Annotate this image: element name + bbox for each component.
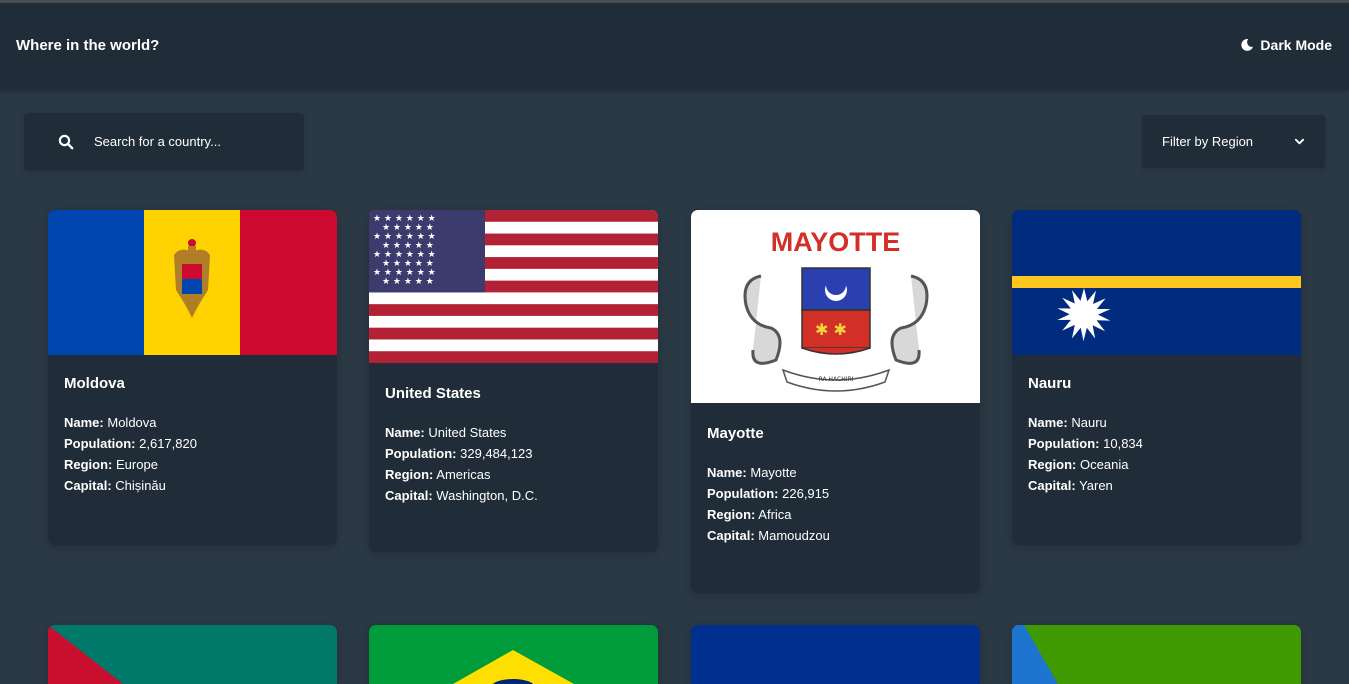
name-label: Name: — [64, 415, 104, 430]
capital-value: Chișinău — [115, 478, 166, 493]
flag-mayotte-title: MAYOTTE — [771, 227, 901, 257]
flag-partial-3 — [691, 625, 980, 684]
population-value: 329,484,123 — [460, 446, 533, 461]
flag-partial-1 — [48, 625, 337, 684]
region-value: Americas — [436, 467, 491, 482]
capital-label: Capital: — [64, 478, 112, 493]
country-card-united-states[interactable]: ★ ★ ★ ★ ★ ★ ★ ★ ★ ★ ★ ★ ★ ★ ★ ★ ★ ★ ★ ★ … — [369, 210, 658, 552]
flag-mayotte-motto: RA HACHIRI — [819, 376, 854, 383]
app-header: Where in the world? Dark Mode — [0, 3, 1349, 89]
country-card-partial-1[interactable] — [48, 625, 337, 684]
name-label: Name: — [1028, 415, 1068, 430]
capital-label: Capital: — [707, 528, 755, 543]
svg-text:✱ ✱: ✱ ✱ — [815, 320, 847, 339]
country-name-row: Name: United States — [385, 422, 642, 443]
flag-moldova — [48, 210, 337, 355]
capital-label: Capital: — [1028, 478, 1076, 493]
search-input[interactable] — [94, 134, 294, 149]
region-filter-label: Filter by Region — [1162, 134, 1254, 149]
country-name-row: Name: Nauru — [1028, 412, 1285, 433]
capital-label: Capital: — [385, 488, 433, 503]
capital-value: Yaren — [1079, 478, 1113, 493]
population-label: Population: — [385, 446, 457, 461]
region-value: Europe — [116, 457, 158, 472]
flag-united-states: ★ ★ ★ ★ ★ ★ ★ ★ ★ ★ ★ ★ ★ ★ ★ ★ ★ ★ ★ ★ … — [369, 210, 658, 363]
country-name-row: Name: Moldova — [64, 412, 321, 433]
country-name: Moldova — [64, 375, 125, 392]
flag-partial-4 — [1012, 625, 1301, 684]
region-label: Region: — [385, 467, 434, 482]
capital-value: Mamoudzou — [758, 528, 830, 543]
flag-partial-2 — [369, 625, 658, 684]
name-value: Mayotte — [750, 465, 797, 480]
population-value: 2,617,820 — [139, 436, 197, 451]
capital-row: Capital: Washington, D.C. — [385, 485, 642, 506]
capital-row: Capital: Mamoudzou — [707, 525, 964, 546]
population-row: Population: 329,484,123 — [385, 443, 642, 464]
name-value: Nauru — [1071, 415, 1107, 430]
capital-row: Capital: Chișinău — [64, 475, 321, 496]
population-row: Population: 226,915 — [707, 483, 964, 504]
population-value: 10,834 — [1103, 436, 1143, 451]
region-label: Region: — [707, 507, 756, 522]
flag-nauru — [1012, 210, 1301, 355]
name-label: Name: — [385, 425, 425, 440]
dark-mode-label: Dark Mode — [1260, 37, 1332, 53]
region-row: Region: Africa — [707, 504, 964, 525]
region-label: Region: — [1028, 457, 1077, 472]
dark-mode-toggle[interactable]: Dark Mode — [1240, 37, 1332, 53]
population-label: Population: — [64, 436, 136, 451]
region-value: Africa — [758, 507, 792, 522]
chevron-down-icon — [1294, 138, 1305, 145]
country-name-row: Name: Mayotte — [707, 462, 964, 483]
flag-mayotte: MAYOTTE ✱ ✱ RA HACHIRI — [691, 210, 980, 403]
capital-value: Washington, D.C. — [436, 488, 538, 503]
name-value: United States — [428, 425, 507, 440]
population-value: 226,915 — [782, 486, 830, 501]
region-filter-select[interactable]: Filter by Region — [1142, 115, 1325, 168]
population-row: Population: 2,617,820 — [64, 433, 321, 454]
population-row: Population: 10,834 — [1028, 433, 1285, 454]
app-title: Where in the world? — [16, 37, 160, 54]
search-icon — [58, 134, 74, 150]
population-label: Population: — [707, 486, 779, 501]
name-label: Name: — [707, 465, 747, 480]
region-label: Region: — [64, 457, 113, 472]
country-name: Nauru — [1028, 375, 1072, 392]
name-value: Moldova — [107, 415, 157, 430]
search-box[interactable] — [24, 113, 304, 170]
capital-row: Capital: Yaren — [1028, 475, 1285, 496]
population-label: Population: — [1028, 436, 1100, 451]
region-row: Region: Europe — [64, 454, 321, 475]
svg-text:★ ★ ★ ★ ★: ★ ★ ★ ★ ★ — [382, 277, 434, 287]
region-value: Oceania — [1080, 457, 1129, 472]
region-row: Region: Oceania — [1028, 454, 1285, 475]
country-card-partial-2[interactable] — [369, 625, 658, 684]
moon-icon — [1241, 38, 1254, 51]
country-card-moldova[interactable]: Moldova Name: Moldova Population: 2,617,… — [48, 210, 337, 545]
country-card-nauru[interactable]: Nauru Name: Nauru Population: 10,834 Reg… — [1012, 210, 1301, 545]
country-card-partial-4[interactable] — [1012, 625, 1301, 684]
country-card-partial-3[interactable] — [691, 625, 980, 684]
country-name: Mayotte — [707, 425, 764, 442]
country-card-mayotte[interactable]: MAYOTTE ✱ ✱ RA HACHIRI Mayotte Name: May… — [691, 210, 980, 593]
country-name: United States — [385, 385, 481, 402]
region-row: Region: Americas — [385, 464, 642, 485]
